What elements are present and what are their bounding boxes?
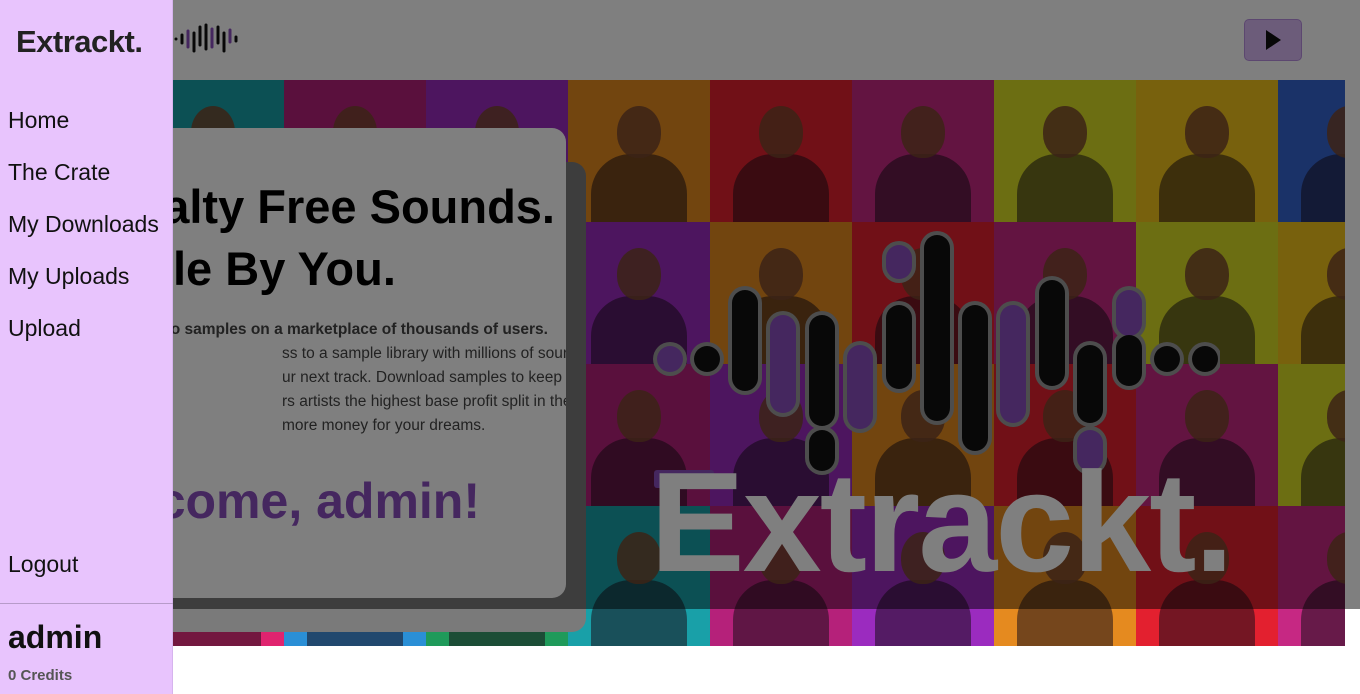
sidebar-item-my-uploads[interactable]: My Uploads [8,250,159,302]
sidebar-nav: Home The Crate My Downloads My Uploads U… [8,94,159,354]
sidebar-item-upload[interactable]: Upload [8,302,159,354]
user-name: admin [8,619,103,655]
sidebar-item-the-crate[interactable]: The Crate [8,146,159,198]
sidebar-drawer: Extrackt. Home The Crate My Downloads My… [0,0,173,694]
logout-button[interactable]: Logout [8,551,78,578]
drawer-backdrop[interactable] [0,0,1360,609]
app-logo[interactable]: Extrackt. [16,24,143,60]
sidebar-item-my-downloads[interactable]: My Downloads [8,198,159,250]
divider [0,603,173,604]
sidebar-item-home[interactable]: Home [8,94,159,146]
user-credits: 0 Credits [8,667,73,684]
